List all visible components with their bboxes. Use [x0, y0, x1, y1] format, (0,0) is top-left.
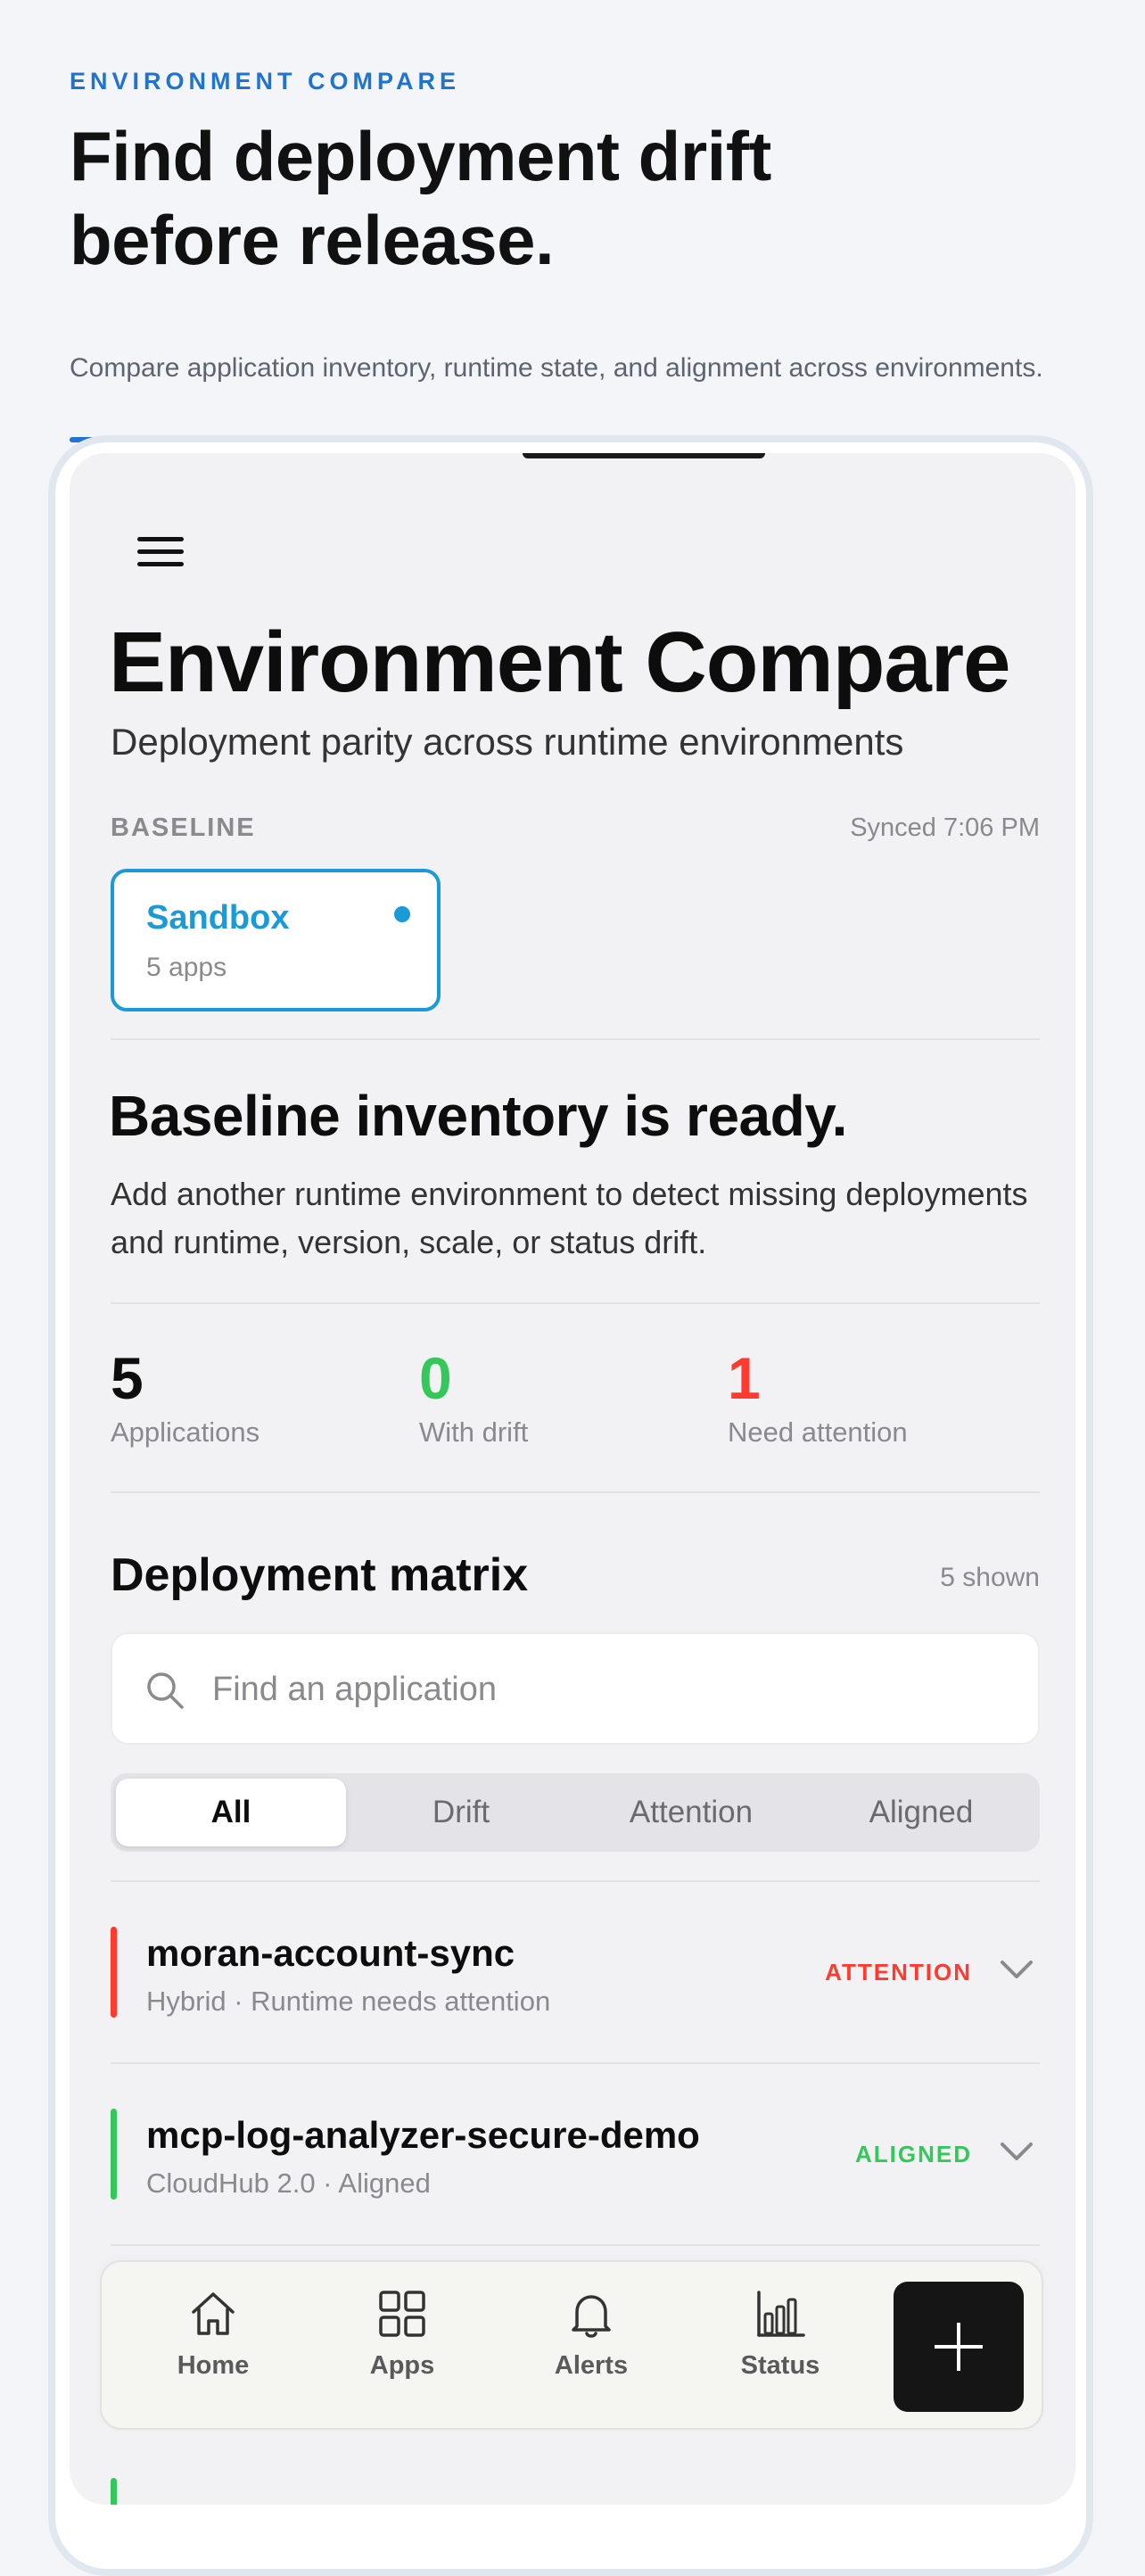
page-title: Environment Compare	[109, 615, 1011, 710]
filter-attention[interactable]: Attention	[576, 1779, 806, 1846]
environment-card-sandbox[interactable]: Sandbox 5 apps	[111, 869, 441, 1011]
ready-body: Add another runtime environment to detec…	[111, 1176, 1028, 1260]
device-notch	[523, 453, 765, 458]
synced-time: Synced 7:06 PM	[850, 813, 1040, 842]
page-subtitle: Deployment parity across runtime environ…	[111, 721, 904, 763]
status-badge: ATTENTION	[825, 1959, 972, 1986]
tab-label: Home	[177, 2351, 250, 2380]
peek-row-indicator	[111, 2478, 117, 2505]
stat-value: 0	[419, 1345, 452, 1411]
bell-icon	[572, 2295, 611, 2338]
search-input[interactable]	[210, 1634, 1020, 1745]
hero-eyebrow: ENVIRONMENT COMPARE	[70, 68, 461, 95]
stat-label: With drift	[419, 1416, 529, 1448]
hero-subtitle: Compare application inventory, runtime s…	[70, 353, 1043, 383]
app-name: moran-account-sync	[146, 1932, 515, 1974]
filter-drift[interactable]: Drift	[346, 1779, 576, 1846]
stat-label: Need attention	[728, 1416, 908, 1448]
app-screen: Environment Compare Deployment parity ac…	[70, 453, 1075, 2505]
ready-title: Baseline inventory is ready.	[109, 1084, 847, 1148]
tab-alerts[interactable]: Alerts	[524, 2287, 658, 2403]
tab-label: Status	[740, 2351, 820, 2380]
baseline-label: BASELINE	[111, 813, 256, 842]
matrix-title: Deployment matrix	[111, 1549, 529, 1601]
environment-name: Sandbox	[146, 899, 290, 937]
divider	[111, 2244, 1040, 2246]
stat-need-attention: 1 Need attention	[728, 1345, 908, 1449]
stat-label: Applications	[111, 1416, 260, 1448]
filter-segmented-control: All Drift Attention Aligned	[111, 1773, 1040, 1852]
stat-applications: 5 Applications	[111, 1345, 259, 1449]
filter-all[interactable]: All	[116, 1779, 346, 1846]
menu-button[interactable]	[132, 524, 189, 578]
filter-aligned[interactable]: Aligned	[806, 1779, 1036, 1846]
stat-with-drift: 0 With drift	[419, 1345, 528, 1449]
tab-home[interactable]: Home	[146, 2287, 280, 2403]
status-indicator-bar	[111, 2109, 117, 2200]
tab-bar: Home Apps Alerts Status	[100, 2260, 1043, 2430]
app-row[interactable]: mcp-log-analyzer-secure-demo CloudHub 2.…	[111, 2064, 1040, 2244]
grid-icon	[379, 2291, 425, 2337]
divider	[111, 1491, 1040, 1493]
environment-app-count: 5 apps	[146, 953, 227, 982]
app-meta: Hybrid · Runtime needs attention	[146, 1986, 551, 2017]
divider	[111, 1038, 1040, 1040]
chevron-down-icon[interactable]	[997, 1952, 1036, 1987]
selected-dot-icon	[394, 906, 410, 922]
search-icon	[147, 1672, 184, 1709]
tab-status[interactable]: Status	[713, 2287, 847, 2403]
search-box	[111, 1632, 1040, 1745]
status-badge: ALIGNED	[855, 2141, 972, 2167]
app-meta: CloudHub 2.0 · Aligned	[146, 2167, 431, 2199]
bar-chart-icon	[757, 2291, 805, 2337]
app-row[interactable]: moran-account-sync Hybrid · Runtime need…	[111, 1882, 1040, 2062]
status-indicator-bar	[111, 1927, 117, 2018]
hero-title: Find deployment drift before release.	[70, 117, 771, 279]
tab-label: Apps	[369, 2351, 435, 2380]
divider	[111, 1302, 1040, 1304]
tab-label: Alerts	[554, 2351, 629, 2380]
chevron-down-icon[interactable]	[997, 2134, 1036, 2169]
home-icon	[192, 2292, 235, 2335]
stat-value: 1	[728, 1345, 761, 1411]
matrix-count: 5 shown	[940, 1563, 1040, 1592]
add-button[interactable]	[894, 2282, 1024, 2412]
app-name: mcp-log-analyzer-secure-demo	[146, 2114, 700, 2156]
tab-apps[interactable]: Apps	[335, 2287, 469, 2403]
stat-value: 5	[111, 1345, 144, 1411]
